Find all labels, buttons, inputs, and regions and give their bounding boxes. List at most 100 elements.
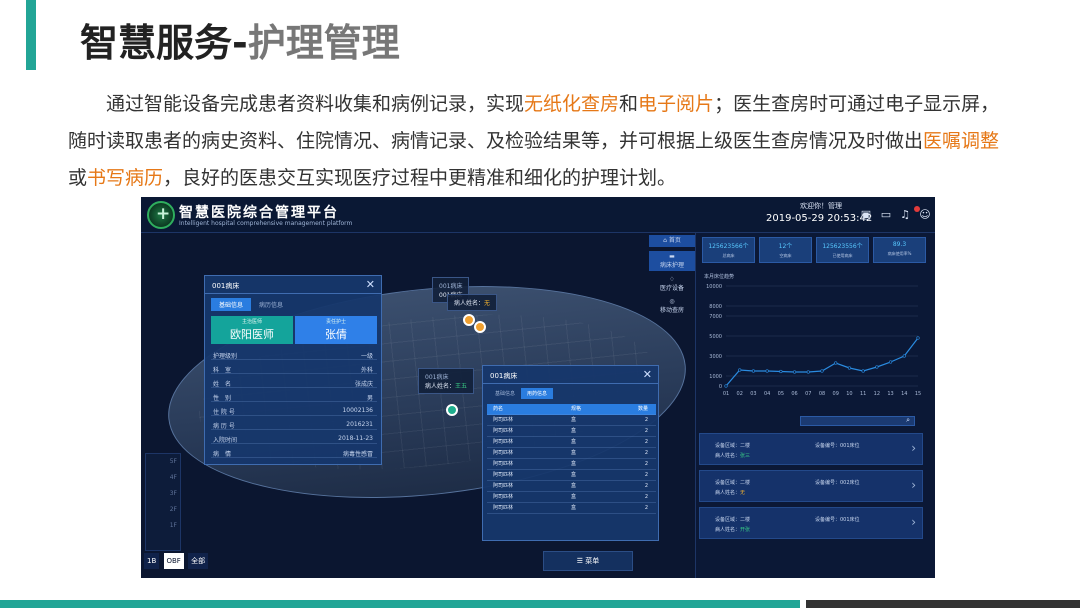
data-point[interactable] xyxy=(902,354,906,358)
tab-record-info[interactable]: 病历信息 xyxy=(251,298,291,311)
attending-doctor-card: 主治医师 欧阳医师 xyxy=(211,316,293,344)
bed-pin-icon[interactable] xyxy=(463,314,475,326)
x-tick-label: 10 xyxy=(846,391,852,397)
data-point[interactable] xyxy=(916,336,920,340)
data-point[interactable] xyxy=(724,384,728,388)
nav-medical-devices[interactable]: ♢ 医疗设备 xyxy=(649,274,695,294)
bed-callout-patient[interactable]: 病人姓名：无 xyxy=(447,294,498,311)
x-tick-label: 06 xyxy=(791,391,797,397)
floor-level[interactable]: 3F xyxy=(146,486,180,502)
data-point[interactable] xyxy=(806,370,810,374)
x-tick-label: 07 xyxy=(805,391,811,397)
platform-screenshot: 智慧医院综合管理平台 Intelligent hospital comprehe… xyxy=(141,197,935,578)
device-card[interactable]: 设备区域：二楼 设备编号：002床位 病人姓名：无 › xyxy=(699,470,923,502)
monitor-icon[interactable]: ▣ xyxy=(860,209,872,221)
bed-trend-chart: 0 1000 3000 5000 7000 8000 10000 01 02 03 04 05 06 07… xyxy=(706,284,921,397)
side-nav: ⌂ 首页 ▬ 病床护理 ♢ 医疗设备 ◎ 移动查房 xyxy=(649,233,695,323)
floor-selector[interactable]: 5F 4F 3F 2F 1F xyxy=(145,453,181,551)
floor-buttons: 1B OBF 全部 xyxy=(144,553,210,569)
x-tick-label: 05 xyxy=(778,391,784,397)
floor-level[interactable]: 5F xyxy=(146,454,180,470)
medication-table: 药名 规格 数量 阿司匹林盒 2 阿司匹林盒 2 阿司匹林盒 2 阿司匹林盒 2 阿司匹林盒 2 阿司匹… xyxy=(487,404,656,514)
floor-button-obf[interactable]: OBF xyxy=(163,553,184,569)
data-point[interactable] xyxy=(847,366,852,370)
y-tick-label: 7000 xyxy=(709,314,722,320)
slide-title: 智慧服务-护理管理 xyxy=(80,21,400,65)
nav-mobile-rounds[interactable]: ◎ 移动查房 xyxy=(649,296,695,316)
close-icon[interactable]: ✕ xyxy=(643,368,652,381)
table-row: 阿司匹林盒 2 xyxy=(487,415,656,426)
info-row: 入院时间 2018-11-23 xyxy=(211,432,377,444)
x-tick-label: 12 xyxy=(874,391,880,397)
x-tick-label: 08 xyxy=(819,391,825,397)
y-tick-label: 5000 xyxy=(709,334,722,340)
x-tick-label: 13 xyxy=(887,391,893,397)
table-row: 阿司匹林盒 2 xyxy=(487,448,656,459)
app-top-bar: 智慧医院综合管理平台 Intelligent hospital comprehe… xyxy=(141,197,935,233)
floor-level[interactable]: 1F xyxy=(146,518,180,534)
device-card[interactable]: 设备区域：二楼 设备编号：001床位 病人姓名：开张 › xyxy=(699,507,923,539)
search-input[interactable]: ⌕ xyxy=(800,416,915,426)
chevron-right-icon[interactable]: › xyxy=(911,441,916,455)
bed-icon: ▬ xyxy=(669,253,675,260)
search-icon[interactable]: ⌕ xyxy=(906,416,910,425)
data-point[interactable] xyxy=(875,365,879,369)
info-row: 病 情病毒性感冒 xyxy=(211,446,377,458)
data-point[interactable] xyxy=(888,360,893,364)
data-point[interactable] xyxy=(738,368,742,372)
info-row: 病 历 号 2016231 xyxy=(211,418,377,430)
menu-button[interactable]: ☰ 菜单 xyxy=(543,551,633,571)
table-row: 阿司匹林盒 2 xyxy=(487,459,656,470)
tab-basic-info[interactable]: 基础信息 xyxy=(489,388,521,399)
x-tick-label: 11 xyxy=(860,391,866,397)
table-row: 阿司匹林盒 2 xyxy=(487,426,656,437)
device-card[interactable]: 设备区域：二楼 设备编号：001床位 病人姓名：张三 › xyxy=(699,433,923,465)
data-point[interactable] xyxy=(834,361,838,365)
popup-title: 001病床 xyxy=(212,282,240,290)
app-subtitle: Intelligent hospital comprehensive manag… xyxy=(179,220,353,227)
bell-icon[interactable]: ♫ xyxy=(899,209,911,221)
nurse-card: 责任护士 张倩 xyxy=(295,316,377,344)
menu-icon: ☰ xyxy=(576,557,586,565)
chevron-right-icon[interactable]: › xyxy=(911,515,916,529)
nav-home[interactable]: ⌂ 首页 xyxy=(649,235,695,247)
footer-bar-teal xyxy=(0,600,800,608)
bed-callout-2[interactable]: 001病床 病人姓名：王五 xyxy=(418,368,475,394)
info-row: 科 室外科 xyxy=(211,362,377,374)
x-tick-label: 04 xyxy=(764,391,770,397)
data-point[interactable] xyxy=(792,370,797,374)
x-tick-label: 03 xyxy=(750,391,756,397)
data-point[interactable] xyxy=(765,369,769,373)
data-point[interactable] xyxy=(820,369,824,373)
table-header: 药名 规格 数量 xyxy=(487,404,656,415)
medication-popup: 001病床 ✕ 基础信息 用药信息 药名 规格 数量 阿司匹林盒 2 阿司匹林盒 2 阿司匹林盒… xyxy=(482,365,659,541)
bed-pin-icon[interactable] xyxy=(446,404,458,416)
app-title: 智慧医院综合管理平台 xyxy=(179,205,339,221)
data-point[interactable] xyxy=(779,369,783,374)
screen-icon[interactable]: ▭ xyxy=(880,209,892,221)
stat-used-beds: 125623556个 已使用病床 xyxy=(816,237,869,263)
floor-level[interactable]: 2F xyxy=(146,502,180,518)
datetime: 2019-05-29 20:53:42 xyxy=(766,213,873,224)
stat-empty-beds: 12个 空病床 xyxy=(759,237,812,263)
close-icon[interactable]: ✕ xyxy=(366,278,375,291)
bed-pin-icon[interactable] xyxy=(474,321,486,333)
title-accent-bar xyxy=(26,0,36,70)
tab-medication-info[interactable]: 用药信息 xyxy=(521,388,554,399)
chevron-right-icon[interactable]: › xyxy=(911,478,916,492)
hospital-logo xyxy=(147,201,175,229)
y-tick-label: 3000 xyxy=(709,354,722,360)
data-point[interactable] xyxy=(751,369,756,373)
floor-button-1b[interactable]: 1B xyxy=(144,553,160,569)
info-row: 姓 名张成庆 xyxy=(211,376,377,388)
nav-bed-care[interactable]: ▬ 病床护理 xyxy=(649,251,695,271)
floor-level[interactable]: 4F xyxy=(146,470,180,486)
tab-basic-info[interactable]: 基础信息 xyxy=(211,298,252,311)
floor-button-all[interactable]: 全部 xyxy=(188,553,209,569)
x-tick-label: 01 xyxy=(723,391,729,397)
stat-usage-rate: 89.3 病床使用率% xyxy=(873,237,926,263)
data-point[interactable] xyxy=(861,369,865,373)
x-tick-label: 15 xyxy=(915,391,921,397)
table-row: 阿司匹林盒 2 xyxy=(487,470,656,481)
user-icon[interactable]: ☺ xyxy=(919,209,931,221)
